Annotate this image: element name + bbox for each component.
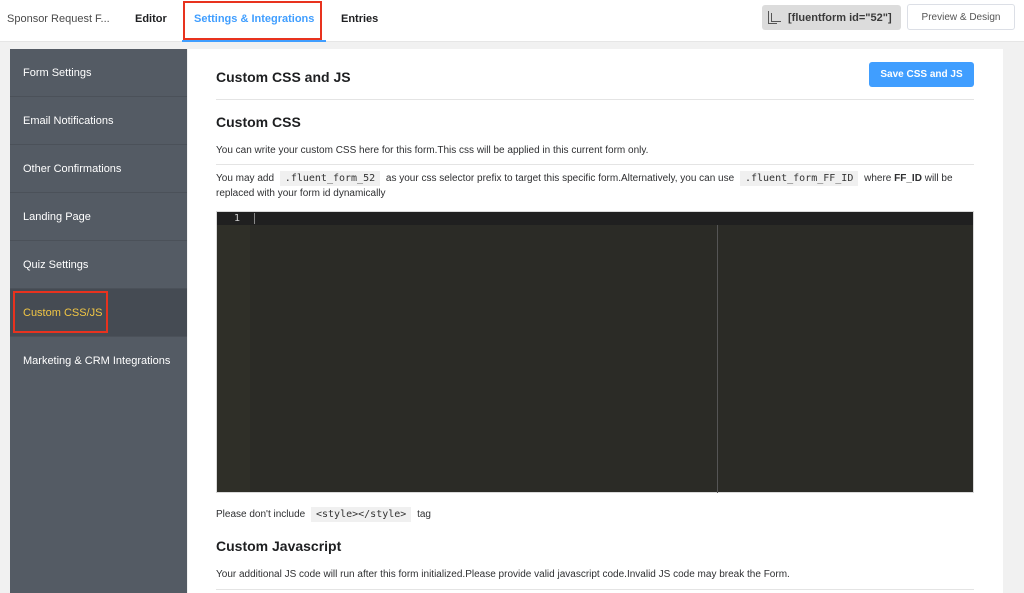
editor-active-line: [217, 212, 973, 225]
editor-print-margin: [717, 225, 718, 493]
form-selector-code: .fluent_form_52: [279, 171, 381, 186]
style-tag-note: Please don't include <style></style> tag: [216, 507, 431, 522]
css-code-editor[interactable]: 1: [216, 211, 974, 493]
tab-editor[interactable]: Editor: [135, 13, 167, 25]
custom-css-description: You can write your custom CSS here for t…: [216, 145, 649, 156]
divider: [216, 589, 974, 590]
divider: [216, 99, 974, 100]
ff-id-label: FF_ID: [894, 173, 922, 184]
shortcode-text: [fluentform id="52"]: [788, 11, 892, 24]
note-text: Please don't include: [216, 509, 306, 520]
custom-javascript-description: Your additional JS code will run after t…: [216, 569, 790, 580]
sidebar-item-other-confirmations[interactable]: Other Confirmations: [10, 145, 187, 193]
sidebar-item-custom-css-js[interactable]: Custom CSS/JS: [10, 289, 187, 337]
tab-entries[interactable]: Entries: [341, 13, 378, 25]
copy-icon: [768, 11, 781, 24]
hint-text: You may add: [216, 173, 275, 184]
top-bar: Sponsor Request F... Editor Settings & I…: [0, 0, 1024, 42]
divider: [216, 164, 974, 165]
editor-gutter: [217, 212, 250, 492]
main-panel: Custom CSS and JS Save CSS and JS Custom…: [188, 49, 1003, 593]
form-title[interactable]: Sponsor Request F...: [7, 13, 110, 25]
sidebar-item-landing-page[interactable]: Landing Page: [10, 193, 187, 241]
custom-javascript-heading: Custom Javascript: [216, 538, 342, 554]
sidebar-item-quiz-settings[interactable]: Quiz Settings: [10, 241, 187, 289]
css-selector-hint: You may add .fluent_form_52 as your css …: [216, 171, 966, 201]
sidebar-item-form-settings[interactable]: Form Settings: [10, 49, 187, 97]
page-title: Custom CSS and JS: [216, 69, 351, 85]
sidebar-item-email-notifications[interactable]: Email Notifications: [10, 97, 187, 145]
hint-text: as your css selector prefix to target th…: [385, 173, 735, 184]
note-text: tag: [417, 509, 431, 520]
shortcode-copy-button[interactable]: [fluentform id="52"]: [762, 5, 901, 30]
save-css-js-button[interactable]: Save CSS and JS: [869, 62, 974, 87]
active-tab-underline: [182, 40, 326, 42]
style-tag-code: <style></style>: [310, 507, 412, 522]
text-cursor: [254, 213, 255, 224]
line-number: 1: [233, 213, 240, 224]
hint-text: where: [864, 173, 892, 184]
custom-css-heading: Custom CSS: [216, 114, 301, 130]
tab-settings-integrations[interactable]: Settings & Integrations: [194, 13, 314, 25]
preview-design-button[interactable]: Preview & Design: [907, 4, 1015, 30]
sidebar-item-marketing-crm[interactable]: Marketing & CRM Integrations: [10, 337, 187, 385]
generic-selector-code: .fluent_form_FF_ID: [739, 171, 859, 186]
settings-sidebar: Form Settings Email Notifications Other …: [10, 49, 187, 593]
